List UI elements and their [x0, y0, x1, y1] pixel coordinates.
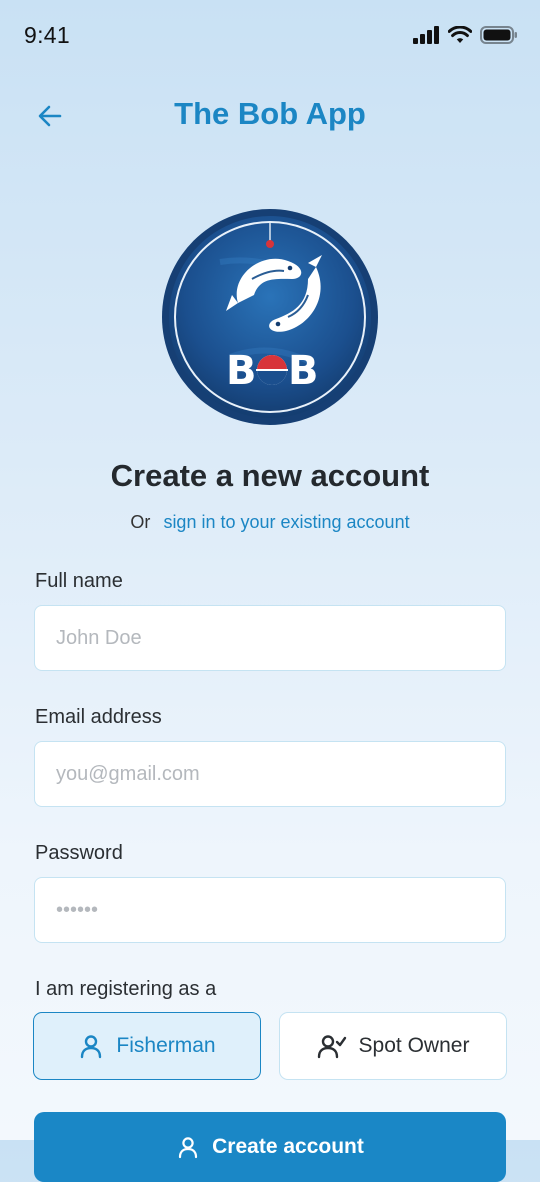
role-fisherman-label: Fisherman: [116, 1034, 216, 1057]
role-spot-owner-label: Spot Owner: [358, 1034, 470, 1057]
bob-logo: B B: [162, 209, 378, 425]
password-input[interactable]: [34, 877, 506, 943]
user-check-icon: [317, 1035, 346, 1059]
email-input[interactable]: [34, 741, 506, 807]
password-label: Password: [35, 842, 123, 864]
full-name-label: Full name: [35, 570, 123, 592]
signin-link[interactable]: sign in to your existing account: [163, 512, 409, 532]
wifi-icon: [448, 26, 472, 43]
user-icon: [81, 1035, 102, 1059]
create-account-label: Create account: [212, 1135, 364, 1158]
user-icon: [179, 1137, 198, 1159]
svg-text:B: B: [288, 348, 319, 394]
page-heading: Create a new account: [110, 458, 430, 493]
app-title: The Bob App: [174, 96, 366, 131]
create-account-button[interactable]: Create account: [34, 1112, 506, 1182]
role-spot-owner-button[interactable]: Spot Owner: [279, 1012, 507, 1080]
role-label: I am registering as a: [35, 978, 217, 1000]
battery-icon: [480, 26, 517, 44]
app-header: The Bob App: [0, 84, 540, 148]
status-icons: [413, 26, 518, 44]
svg-text:B: B: [226, 348, 257, 394]
signin-prompt: Or sign in to your existing account: [0, 512, 540, 533]
status-time: 9:41: [24, 22, 70, 48]
cellular-signal-icon: [413, 26, 439, 44]
or-text: Or: [130, 512, 151, 532]
email-label: Email address: [35, 706, 162, 728]
status-bar: 9:41: [0, 0, 540, 72]
role-fisherman-button[interactable]: Fisherman: [33, 1012, 261, 1080]
full-name-input[interactable]: [34, 605, 506, 671]
